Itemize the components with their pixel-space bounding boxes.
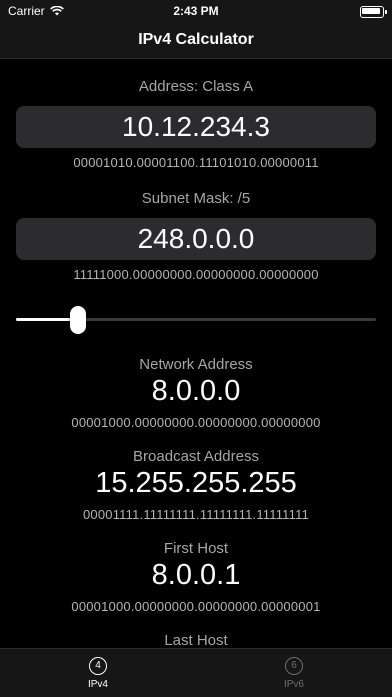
prefix-length-slider[interactable] bbox=[16, 305, 376, 335]
subnet-mask-binary: 11111000.00000000.00000000.00000000 bbox=[73, 267, 319, 282]
first-host-value: 8.0.0.1 bbox=[151, 559, 241, 591]
tab-ipv4-label: IPv4 bbox=[87, 679, 108, 690]
ipv6-tab-icon: 6 bbox=[285, 657, 303, 675]
broadcast-address-value: 15.255.255.255 bbox=[95, 467, 297, 499]
address-input[interactable] bbox=[16, 106, 376, 148]
tab-bar: 4 IPv4 6 IPv6 bbox=[0, 648, 392, 697]
ipv4-tab-icon: 4 bbox=[89, 657, 107, 675]
page-title: IPv4 Calculator bbox=[138, 31, 254, 48]
address-class-label: Address: Class A bbox=[138, 78, 254, 95]
subnet-mask-field[interactable] bbox=[16, 218, 376, 260]
broadcast-address-label: Broadcast Address bbox=[133, 448, 259, 465]
first-host-label: First Host bbox=[163, 540, 229, 557]
network-address-value: 8.0.0.0 bbox=[151, 375, 241, 407]
slider-thumb[interactable] bbox=[70, 306, 86, 334]
tab-ipv4[interactable]: 4 IPv4 bbox=[58, 655, 138, 690]
network-address-label: Network Address bbox=[139, 356, 253, 373]
subnet-mask-label: Subnet Mask: /5 bbox=[141, 190, 251, 207]
status-bar: Carrier 2:43 PM bbox=[0, 0, 392, 22]
status-time: 2:43 PM bbox=[173, 4, 219, 18]
network-address-binary: 00001000.00000000.00000000.00000000 bbox=[71, 415, 321, 430]
navigation-bar: IPv4 Calculator bbox=[0, 22, 392, 59]
broadcast-address-binary: 00001111.11111111.11111111.11111111 bbox=[82, 507, 310, 522]
tab-ipv6[interactable]: 6 IPv6 bbox=[254, 655, 334, 690]
first-host-binary: 00001000.00000000.00000000.00000001 bbox=[71, 599, 321, 614]
last-host-label: Last Host bbox=[164, 632, 228, 649]
slider-fill bbox=[16, 318, 78, 321]
subnet-mask-input[interactable] bbox=[16, 218, 376, 260]
address-binary: 00001010.00001100.11101010.00000011 bbox=[73, 155, 319, 170]
address-field[interactable] bbox=[16, 106, 376, 148]
battery-icon bbox=[360, 6, 387, 18]
tab-ipv6-label: IPv6 bbox=[283, 679, 304, 690]
